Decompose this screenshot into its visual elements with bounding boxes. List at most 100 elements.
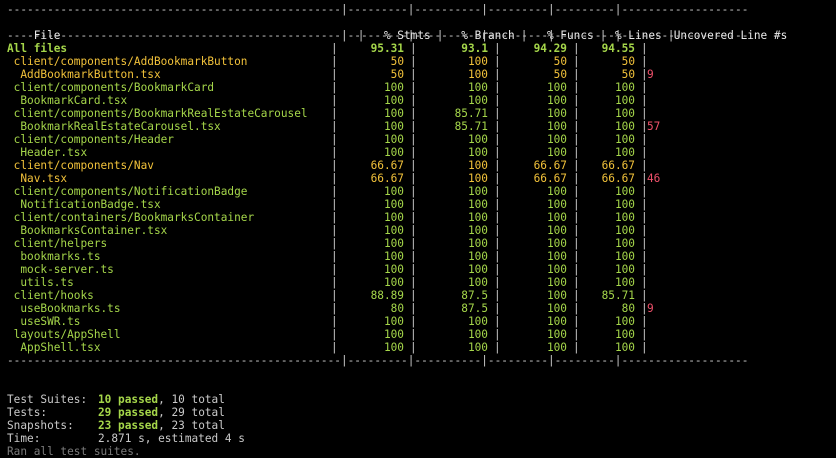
cell-lines: 100 bbox=[614, 185, 635, 198]
cell-branch: 100 bbox=[467, 198, 488, 211]
cell-stmts: 80 bbox=[390, 302, 404, 315]
cell-funcs: 100 bbox=[546, 263, 567, 276]
cell-branch: 100 bbox=[467, 68, 488, 81]
cell-stmts: 100 bbox=[383, 146, 404, 159]
cell-lines: 100 bbox=[614, 120, 635, 133]
summary-suites-total: , 10 total bbox=[158, 393, 225, 406]
cell-branch: 100 bbox=[467, 224, 488, 237]
summary-tests-label: Tests: bbox=[7, 406, 48, 419]
cell-file: layouts/AppShell bbox=[7, 328, 121, 341]
cell-lines: 66.67 bbox=[601, 159, 635, 172]
table-row: client/components/NotificationBadge | 100 |… bbox=[7, 185, 648, 198]
summary-tests-total: , 29 total bbox=[158, 406, 225, 419]
cell-branch: 100 bbox=[467, 185, 488, 198]
cell-branch: 100 bbox=[467, 263, 488, 276]
cell-funcs: 100 bbox=[546, 146, 567, 159]
table-row: NotificationBadge.tsx | 100 | 100 | 100 | 100 | bbox=[7, 198, 648, 211]
cell-file: client/components/Header bbox=[7, 133, 174, 146]
cell-lines: 100 bbox=[614, 341, 635, 354]
cell-uncovered: 9 bbox=[647, 302, 654, 315]
cell-uncovered: 57 bbox=[647, 120, 661, 133]
table-top-separator: ----------------------------------------… bbox=[7, 3, 749, 16]
cell-lines: 50 bbox=[621, 68, 635, 81]
cell-branch: 100 bbox=[467, 276, 488, 289]
cell-file: NotificationBadge.tsx bbox=[7, 198, 161, 211]
table-row: Header.tsx | 100 | 100 | 100 | 100 | bbox=[7, 146, 648, 159]
cell-stmts: 100 bbox=[383, 315, 404, 328]
cell-stmts: 100 bbox=[383, 250, 404, 263]
cell-funcs: 100 bbox=[546, 276, 567, 289]
cell-branch: 100 bbox=[467, 211, 488, 224]
cell-stmts: 100 bbox=[383, 198, 404, 211]
cell-stmts: 100 bbox=[383, 211, 404, 224]
table-row: AppShell.tsx | 100 | 100 | 100 | 100 | bbox=[7, 341, 648, 354]
cell-branch: 87.5 bbox=[461, 302, 488, 315]
cell-branch: 100 bbox=[467, 55, 488, 68]
table-row: client/containers/BookmarksContainer | 100… bbox=[7, 211, 648, 224]
cell-file: client/hooks bbox=[7, 289, 94, 302]
cell-funcs: 100 bbox=[546, 315, 567, 328]
cell-funcs: 100 bbox=[546, 107, 567, 120]
table-row: useSWR.ts | 100 | 100 | 100 | 100 | bbox=[7, 315, 648, 328]
cell-funcs: 100 bbox=[546, 224, 567, 237]
cell-stmts: 100 bbox=[383, 224, 404, 237]
cell-stmts: 50 bbox=[390, 55, 404, 68]
cell-file: client/helpers bbox=[7, 237, 108, 250]
cell-lines: 80 bbox=[621, 302, 635, 315]
summary-time-value: 2.871 s, estimated 4 s bbox=[98, 432, 245, 445]
cell-file: client/containers/BookmarksContainer bbox=[7, 211, 255, 224]
cell-stmts: 100 bbox=[383, 185, 404, 198]
cell-branch: 100 bbox=[467, 172, 488, 185]
coverage-table-body: All files | 95.31 | 93.1 | 94.29 | 94.55 | client… bbox=[7, 42, 835, 354]
cell-funcs: 100 bbox=[546, 237, 567, 250]
cell-funcs: 100 bbox=[546, 198, 567, 211]
cell-file: client/components/NotificationBadge bbox=[7, 185, 248, 198]
cell-uncovered: 46 bbox=[647, 172, 661, 185]
cell-stmts: 50 bbox=[390, 68, 404, 81]
cell-funcs: 50 bbox=[553, 55, 567, 68]
cell-funcs: 100 bbox=[546, 341, 567, 354]
table-row: mock-server.ts | 100 | 100 | 100 | 100 | bbox=[7, 263, 648, 276]
cell-stmts: 66.67 bbox=[370, 172, 404, 185]
cell-file: utils.ts bbox=[7, 276, 74, 289]
cell-file: AppShell.tsx bbox=[7, 341, 101, 354]
cell-lines: 100 bbox=[614, 133, 635, 146]
cell-funcs: 66.67 bbox=[533, 172, 567, 185]
cell-funcs: 100 bbox=[546, 302, 567, 315]
cell-lines: 100 bbox=[614, 211, 635, 224]
summary-tests-passed: 29 passed bbox=[98, 406, 159, 419]
cell-branch: 100 bbox=[467, 328, 488, 341]
cell-stmts: 100 bbox=[383, 81, 404, 94]
cell-branch: 100 bbox=[467, 146, 488, 159]
cell-lines: 100 bbox=[614, 263, 635, 276]
summary-time-label: Time: bbox=[7, 432, 41, 445]
cell-branch: 85.71 bbox=[454, 120, 488, 133]
cell-lines: 100 bbox=[614, 107, 635, 120]
cell-lines: 100 bbox=[614, 224, 635, 237]
cell-file: Nav.tsx bbox=[7, 172, 68, 185]
table-row: client/components/AddBookmarkButton | 50 | 1… bbox=[7, 55, 648, 68]
table-row: client/hooks | 88.89 | 87.5 | 100 | 85.71 | bbox=[7, 289, 648, 302]
cell-funcs: 100 bbox=[546, 211, 567, 224]
cell-branch: 100 bbox=[467, 341, 488, 354]
cell-stmts: 100 bbox=[383, 276, 404, 289]
cell-file: useBookmarks.ts bbox=[7, 302, 121, 315]
table-header-separator: ----------------------------------------… bbox=[7, 29, 749, 42]
cell-stmts: 100 bbox=[383, 94, 404, 107]
terminal-output: ----------------------------------------… bbox=[7, 3, 835, 458]
cell-stmts: 100 bbox=[383, 263, 404, 276]
table-row: BookmarkCard.tsx | 100 | 100 | 100 | 100 | bbox=[7, 94, 648, 107]
cell-file: client/components/Nav bbox=[7, 159, 154, 172]
cell-file: client/components/BookmarkCard bbox=[7, 81, 215, 94]
cell-lines: 100 bbox=[614, 198, 635, 211]
cell-funcs: 94.29 bbox=[533, 42, 567, 55]
cell-file: client/components/BookmarkRealEstateCaro… bbox=[7, 107, 308, 120]
cell-stmts: 88.89 bbox=[370, 289, 404, 302]
cell-branch: 85.71 bbox=[454, 107, 488, 120]
cell-file: Header.tsx bbox=[7, 146, 88, 159]
cell-funcs: 100 bbox=[546, 120, 567, 133]
cell-stmts: 100 bbox=[383, 237, 404, 250]
cell-funcs: 50 bbox=[553, 68, 567, 81]
table-row: All files | 95.31 | 93.1 | 94.29 | 94.55 | bbox=[7, 42, 648, 55]
